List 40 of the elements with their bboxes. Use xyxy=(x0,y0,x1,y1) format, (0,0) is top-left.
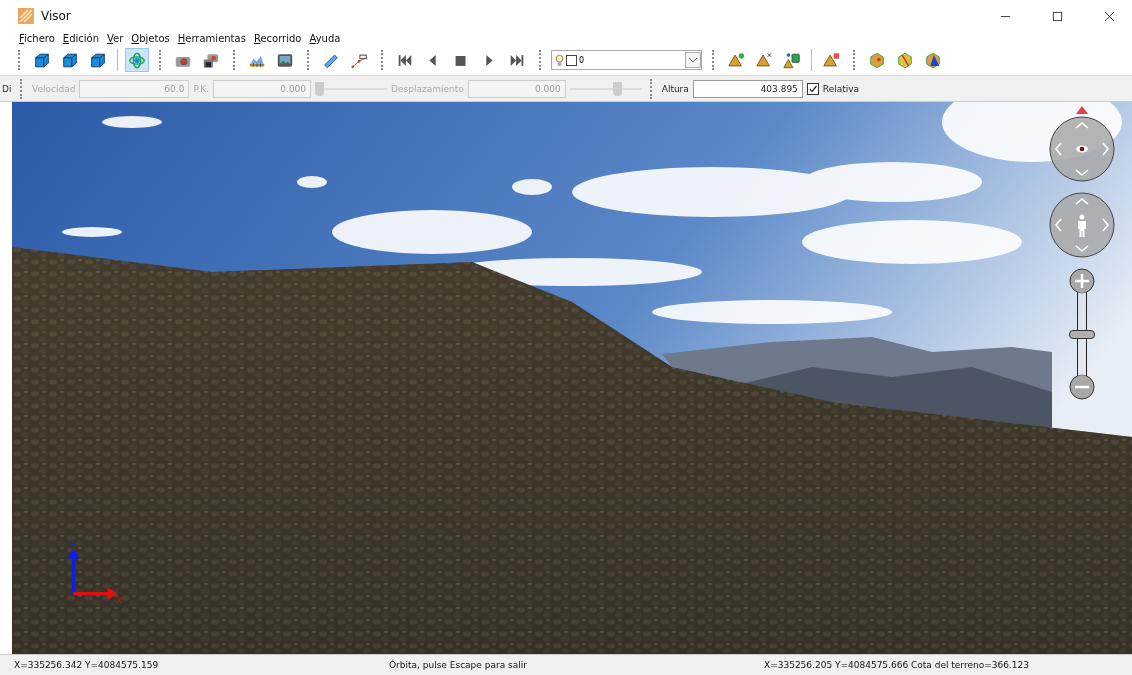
pyramid-delete-icon xyxy=(822,50,840,70)
maximize-icon[interactable] xyxy=(1052,10,1063,22)
menu-item[interactable]: Herramientas xyxy=(177,32,246,45)
hexagon-triangle-icon xyxy=(924,50,942,70)
look-navigator-control[interactable] xyxy=(1049,116,1115,182)
menu-item[interactable]: Edición xyxy=(62,32,99,45)
close-icon[interactable] xyxy=(1104,10,1115,22)
zoom-thumb[interactable] xyxy=(1069,330,1095,339)
zoom-slider[interactable] xyxy=(1069,268,1095,400)
height-label: Altura xyxy=(661,83,689,94)
bulb-icon xyxy=(555,53,564,67)
zoom-out-icon[interactable] xyxy=(1069,374,1095,400)
speed-label: Velocidad xyxy=(32,83,76,94)
status-message: Órbita, pulse Escape para salir xyxy=(389,660,528,670)
terrain-coordinates: X=335256.205 Y=4084575.666 Cota del terreno=366.123 xyxy=(764,660,1030,670)
menu-item[interactable]: Ver xyxy=(107,32,124,45)
menu-item[interactable]: Objetos xyxy=(131,32,170,45)
walk-navigator-control[interactable] xyxy=(1049,192,1115,258)
pyramid-cube-icon xyxy=(783,50,801,70)
app-logo-icon xyxy=(18,8,34,24)
panel-label: Di xyxy=(2,83,12,94)
offset-slider[interactable] xyxy=(569,80,642,97)
north-marker-icon xyxy=(1076,106,1088,114)
menu-item[interactable]: Ayuda xyxy=(309,32,341,45)
pk-label: P.K. xyxy=(193,83,210,94)
zoom-in-icon[interactable] xyxy=(1069,268,1095,294)
pyramid-arrows-icon xyxy=(755,50,773,70)
menu-item[interactable]: Fichero xyxy=(19,32,55,45)
offset-label: Desplazamiento xyxy=(391,83,464,94)
hexagon-line-icon xyxy=(896,50,914,70)
window-title: Visor xyxy=(41,9,71,23)
menu-item[interactable]: Recorrido xyxy=(253,32,302,45)
height-field[interactable]: 403.895 xyxy=(692,79,803,98)
cursor-coordinates: X=335256.342 Y=4084575.159 xyxy=(13,660,160,670)
pk-slider[interactable] xyxy=(315,80,388,97)
orbit-icon xyxy=(128,50,146,70)
layer-dropdown[interactable]: 0 xyxy=(551,50,702,70)
relative-checkbox[interactable] xyxy=(806,82,819,95)
relative-label: Relativa xyxy=(822,83,860,94)
pyramid-plus-icon xyxy=(727,50,745,70)
